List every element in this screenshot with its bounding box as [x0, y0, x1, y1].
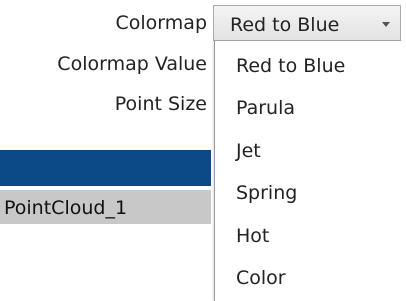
- colormap-option-spring[interactable]: Spring: [215, 172, 406, 212]
- point-size-label: Point Size: [114, 93, 207, 115]
- colormap-option-parula[interactable]: Parula: [215, 87, 406, 127]
- colormap-select-value: Red to Blue: [230, 14, 340, 36]
- option-label: Parula: [236, 97, 296, 119]
- colormap-option-jet[interactable]: Jet: [215, 130, 406, 170]
- colormap-value-label: Colormap Value: [57, 53, 207, 75]
- properties-panel: Colormap Colormap Value Point Size Point…: [0, 0, 406, 301]
- chevron-down-icon: [382, 22, 390, 27]
- tree-item-pointcloud[interactable]: PointCloud_1: [0, 190, 211, 224]
- colormap-option-hot[interactable]: Hot: [215, 215, 406, 255]
- colormap-option-red-to-blue[interactable]: Red to Blue: [215, 45, 406, 85]
- option-label: Color: [236, 267, 286, 289]
- tree-panel-empty-area: [0, 224, 211, 301]
- colormap-option-color[interactable]: Color: [215, 257, 406, 297]
- option-label: Jet: [236, 140, 261, 162]
- option-label: Red to Blue: [236, 55, 346, 77]
- colormap-dropdown-list: Red to Blue Parula Jet Spring Hot Color: [214, 41, 406, 301]
- colormap-label: Colormap: [115, 12, 207, 34]
- colormap-select[interactable]: Red to Blue: [213, 5, 401, 41]
- tree-item-label: PointCloud_1: [4, 197, 128, 219]
- panel-header-band: [0, 150, 211, 186]
- option-label: Spring: [236, 182, 298, 204]
- option-label: Hot: [236, 225, 270, 247]
